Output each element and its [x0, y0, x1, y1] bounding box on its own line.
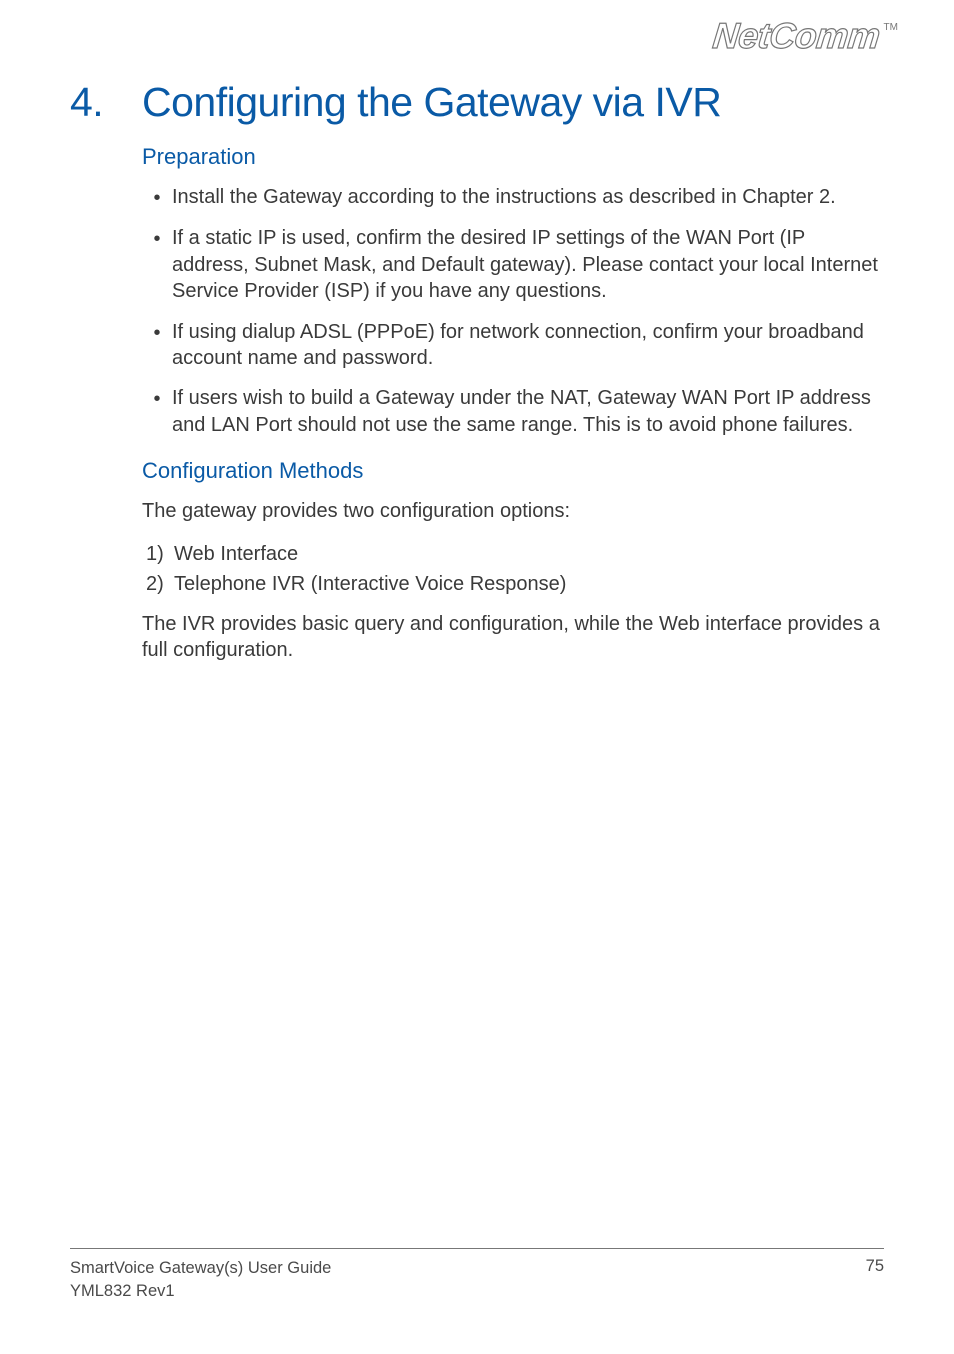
- list-item-text: If a static IP is used, confirm the desi…: [172, 225, 882, 304]
- footer-guide-title: SmartVoice Gateway(s) User Guide: [70, 1257, 331, 1279]
- bullet-icon: •: [142, 385, 172, 412]
- bullet-icon: •: [142, 225, 172, 252]
- bullet-icon: •: [142, 184, 172, 211]
- list-item: • If users wish to build a Gateway under…: [142, 385, 882, 438]
- config-methods-outro: The IVR provides basic query and configu…: [142, 611, 882, 664]
- list-item-text: Web Interface: [174, 539, 298, 569]
- list-item-text: Install the Gateway according to the ins…: [172, 184, 836, 210]
- list-item: • If a static IP is used, confirm the de…: [142, 225, 882, 304]
- brand-name: NetComm: [711, 18, 881, 54]
- footer-left: SmartVoice Gateway(s) User Guide YML832 …: [70, 1257, 331, 1302]
- footer-divider: [70, 1248, 884, 1249]
- bullet-icon: •: [142, 319, 172, 346]
- footer-revision: YML832 Rev1: [70, 1280, 331, 1302]
- chapter-title: Configuring the Gateway via IVR: [142, 79, 721, 126]
- footer-row: SmartVoice Gateway(s) User Guide YML832 …: [70, 1257, 884, 1302]
- config-methods-intro: The gateway provides two configuration o…: [142, 498, 882, 524]
- list-item: • If using dialup ADSL (PPPoE) for netwo…: [142, 319, 882, 372]
- section-heading-config-methods: Configuration Methods: [142, 458, 882, 484]
- preparation-list: • Install the Gateway according to the i…: [142, 184, 882, 438]
- chapter-number: 4.: [70, 79, 142, 126]
- list-item: 1) Web Interface: [142, 539, 882, 569]
- list-item-text: Telephone IVR (Interactive Voice Respons…: [174, 569, 566, 599]
- page-number: 75: [866, 1257, 884, 1276]
- chapter-heading: 4. Configuring the Gateway via IVR: [70, 79, 884, 126]
- trademark-symbol: TM: [884, 22, 898, 33]
- list-item: • Install the Gateway according to the i…: [142, 184, 882, 211]
- config-methods-list: 1) Web Interface 2) Telephone IVR (Inter…: [142, 539, 882, 599]
- page-footer: SmartVoice Gateway(s) User Guide YML832 …: [70, 1248, 884, 1302]
- list-item-text: If using dialup ADSL (PPPoE) for network…: [172, 319, 882, 372]
- list-number: 2): [142, 569, 174, 599]
- list-item: 2) Telephone IVR (Interactive Voice Resp…: [142, 569, 882, 599]
- brand-logo: NetComm TM: [713, 18, 898, 54]
- list-item-text: If users wish to build a Gateway under t…: [172, 385, 882, 438]
- main-content: Preparation • Install the Gateway accord…: [142, 144, 882, 663]
- section-heading-preparation: Preparation: [142, 144, 882, 170]
- document-page: NetComm TM 4. Configuring the Gateway vi…: [0, 0, 954, 1354]
- list-number: 1): [142, 539, 174, 569]
